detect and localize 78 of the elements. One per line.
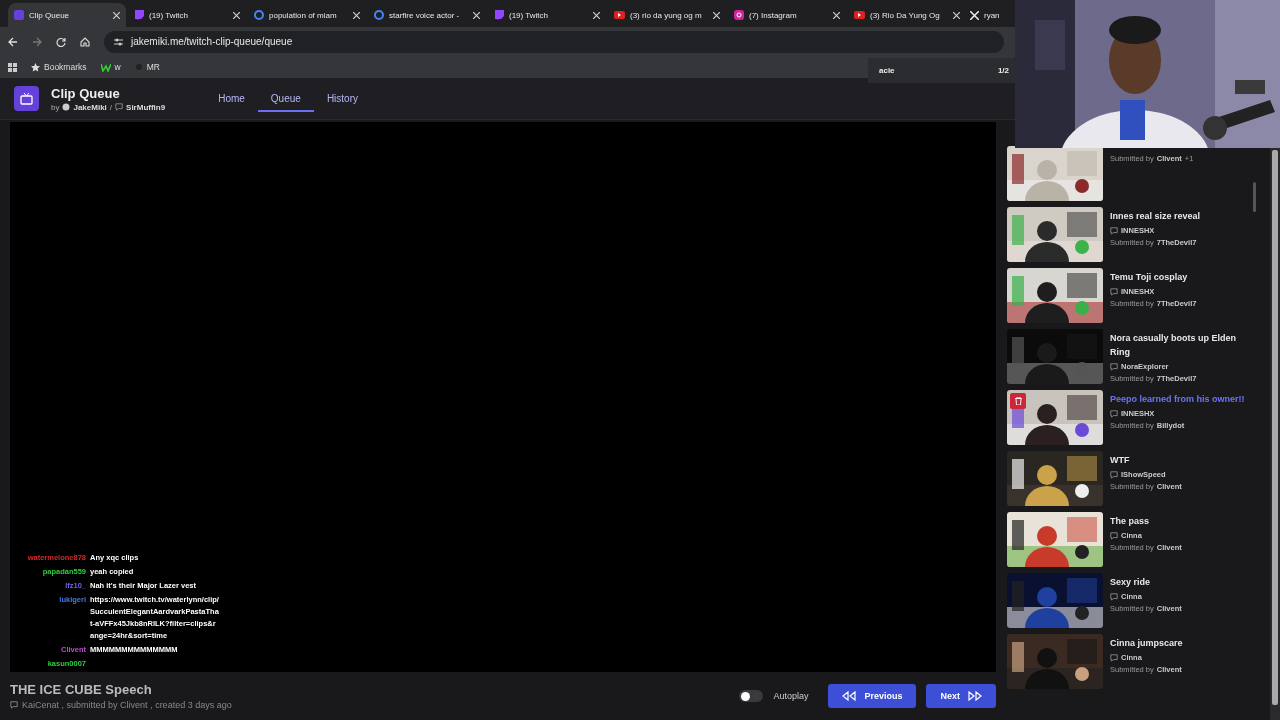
w-logo-icon: [100, 62, 111, 72]
chat-bubble-icon: [115, 103, 124, 111]
camera-icon: [734, 10, 744, 20]
x-logo-icon: [970, 10, 979, 20]
clip-title[interactable]: Sexy ride: [1110, 575, 1255, 589]
app-title: Clip Queue: [51, 85, 121, 101]
close-icon[interactable]: [593, 11, 600, 19]
address-bar[interactable]: jakemiki.me/twitch-clip-queue/queue: [104, 30, 1004, 53]
chat-bubble-icon: [494, 10, 504, 20]
clip-title: THE ICE CUBE Speech: [10, 682, 153, 697]
autoplay-label: Autoplay: [773, 691, 809, 701]
play-icon: [854, 11, 865, 19]
browser-tab[interactable]: ryan: [968, 3, 1008, 27]
close-icon[interactable]: [113, 11, 120, 19]
find-bar[interactable]: acie 1/2: [868, 58, 1015, 83]
chat-bubble-icon: [10, 701, 18, 709]
rewind-icon: [842, 691, 857, 701]
browser-tab[interactable]: (7) Instagram: [728, 3, 846, 27]
chat-bubble-icon: [1110, 531, 1118, 540]
g-logo-icon: [374, 10, 384, 20]
close-icon[interactable]: [473, 11, 480, 19]
next-button[interactable]: Next: [926, 684, 996, 708]
clip-title[interactable]: WTF: [1110, 453, 1255, 467]
tv-logo-icon: [14, 86, 39, 111]
scrollbar[interactable]: [1272, 150, 1278, 705]
close-icon[interactable]: [833, 11, 840, 19]
close-icon[interactable]: [953, 11, 960, 19]
forward-icon[interactable]: [32, 36, 42, 47]
g-logo-icon: [254, 10, 264, 20]
close-icon[interactable]: [233, 11, 240, 19]
nav-link[interactable]: Home: [205, 85, 258, 112]
chat-bubble-icon: [134, 10, 144, 20]
by-label: by: [51, 102, 60, 112]
chat-bubble-icon: [1110, 409, 1118, 418]
browser-tab[interactable]: population of miam: [248, 3, 366, 27]
chat-bubble-icon: [1110, 226, 1118, 235]
star-icon: [31, 62, 40, 72]
play-icon: [614, 11, 625, 19]
back-icon[interactable]: [8, 36, 18, 47]
chat-bubble-icon: [1110, 592, 1118, 601]
clip-details: KaiCenat , submitted by Clivent , created 3 days ago: [22, 700, 232, 710]
separator: /: [109, 102, 113, 112]
chat-bubble-icon: [1110, 653, 1118, 662]
clip-title[interactable]: Nora casually boots up Elden Ring: [1110, 331, 1255, 359]
browser-tab[interactable]: starfire voice actor -: [368, 3, 486, 27]
app-icon: [14, 10, 24, 20]
author-link[interactable]: JakeMiki: [73, 102, 107, 112]
previous-button[interactable]: Previous: [828, 684, 917, 708]
nav-link[interactable]: History: [313, 85, 371, 112]
browser-tab[interactable]: Clip Queue: [8, 3, 126, 27]
fast-forward-icon: [968, 691, 982, 701]
chat-bubble-icon: [1110, 362, 1118, 371]
close-icon[interactable]: [353, 11, 360, 19]
bookmark[interactable]: w: [100, 62, 121, 72]
browser-tab[interactable]: (19) Twitch: [128, 3, 246, 27]
reload-icon[interactable]: [56, 36, 66, 47]
chat-bubble-icon: [1110, 470, 1118, 479]
author-link[interactable]: SirMuffin9: [126, 102, 166, 112]
nav-link[interactable]: Queue: [257, 85, 314, 112]
home-icon[interactable]: [80, 36, 90, 47]
apps-grid-icon[interactable]: [8, 62, 17, 72]
autoplay-toggle[interactable]: [739, 690, 764, 702]
browser-tab[interactable]: (19) Twitch: [488, 3, 606, 27]
clip-title[interactable]: Peepo learned from his owner!!: [1110, 392, 1255, 406]
scrollbar[interactable]: [1253, 182, 1256, 212]
chat-bubble-icon: [1110, 287, 1118, 296]
clip-title[interactable]: The pass: [1110, 514, 1255, 528]
browser-tab[interactable]: (3) rio da yung og m: [608, 3, 726, 27]
bookmark[interactable]: Bookmarks: [31, 62, 87, 72]
clip-title[interactable]: Temu Toji cosplay: [1110, 270, 1255, 284]
close-icon[interactable]: [713, 11, 720, 19]
delete-button[interactable]: [1010, 393, 1026, 409]
tune-icon: [114, 37, 123, 46]
clip-title[interactable]: Innes real size reveal: [1110, 209, 1255, 223]
trash-icon: [1014, 397, 1022, 405]
browser-tab[interactable]: (3) Rio Da Yung Og: [848, 3, 966, 27]
bookmark[interactable]: MR: [134, 62, 160, 72]
clip-title[interactable]: Cinna jumpscare: [1110, 636, 1255, 650]
